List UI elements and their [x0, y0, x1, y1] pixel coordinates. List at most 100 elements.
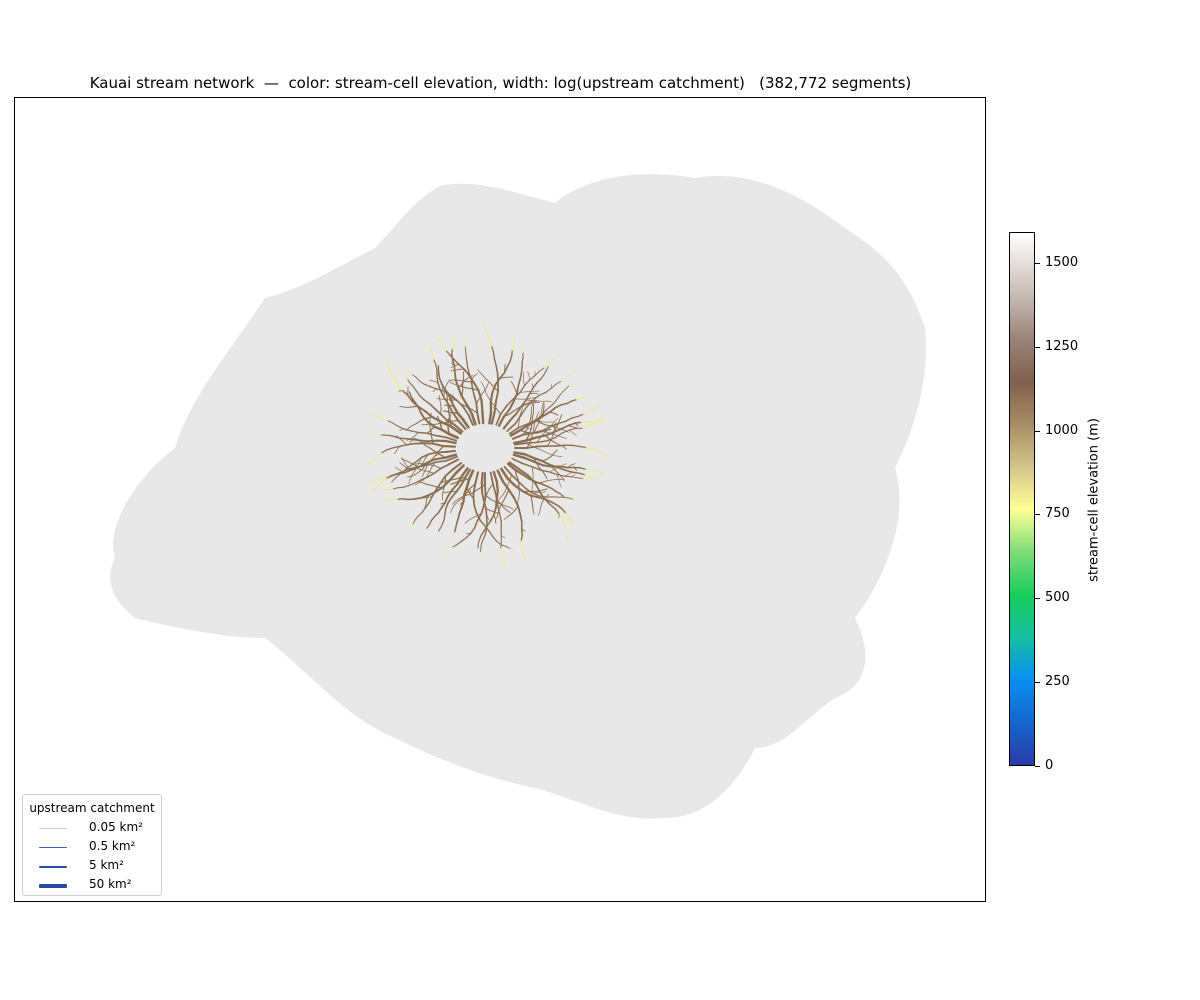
stream-segment	[480, 542, 483, 549]
stream-segment	[480, 398, 484, 413]
stream-network-map	[110, 174, 926, 819]
legend-line-5	[39, 866, 67, 868]
stream-segment	[481, 409, 485, 425]
stream-segment	[447, 427, 450, 435]
stream-segment	[525, 441, 538, 444]
stream-segment	[462, 380, 469, 383]
legend-label: 0.5 km²	[89, 839, 136, 853]
stream-segment	[545, 424, 552, 427]
stream-segment	[542, 464, 553, 468]
stream-segment	[412, 438, 422, 442]
stream-segment	[574, 471, 581, 475]
stream-segment	[475, 402, 479, 415]
stream-segment	[466, 387, 474, 390]
stream-segment	[451, 343, 454, 350]
legend-item-0.05: 0.05 km²	[31, 819, 161, 837]
map-panel: upstream catchment 0.05 km² 0.5 km² 5 km…	[14, 97, 986, 902]
stream-segment	[436, 375, 439, 384]
stream-segment	[519, 391, 526, 393]
legend-item-5: 5 km²	[31, 857, 161, 875]
stream-segment	[407, 498, 416, 501]
colorbar-tick-label: 750	[1045, 506, 1070, 521]
legend-line-50	[39, 884, 67, 888]
stream-segment	[521, 348, 524, 354]
stream-segment	[426, 439, 438, 443]
stream-segment	[551, 479, 557, 481]
stream-segment	[422, 442, 435, 445]
stream-segment	[439, 408, 442, 415]
stream-segment	[465, 355, 468, 362]
legend-label: 0.05 km²	[89, 820, 143, 834]
colorbar-tick-label: 500	[1045, 590, 1070, 605]
stream-segment	[413, 497, 422, 500]
colorbar-tick	[1035, 598, 1040, 599]
stream-segment	[500, 547, 502, 555]
stream-segment	[451, 348, 453, 355]
stream-segment	[488, 411, 493, 425]
colorbar-tick	[1035, 514, 1040, 515]
colorbar-tick-label: 0	[1045, 758, 1054, 773]
legend-title: upstream catchment	[29, 801, 155, 815]
stream-segment	[462, 493, 466, 503]
stream-segment	[383, 499, 389, 501]
legend-label: 5 km²	[89, 858, 124, 872]
stream-segment	[444, 449, 457, 453]
stream-segment	[466, 360, 469, 368]
stream-segment	[417, 431, 428, 434]
legend-item-50: 50 km²	[31, 876, 161, 894]
colorbar-tick	[1035, 766, 1040, 767]
colorbar-tick	[1035, 347, 1040, 348]
colorbar-axis-label: stream-cell elevation (m)	[1086, 418, 1102, 582]
stream-segment	[438, 373, 441, 380]
stream-segment	[454, 522, 458, 529]
stream-segment	[440, 398, 447, 400]
legend-item-0.5: 0.5 km²	[31, 838, 161, 856]
stream-segment	[480, 471, 484, 485]
stream-segment	[440, 403, 442, 410]
stream-segment	[454, 527, 457, 533]
stream-segment	[483, 483, 487, 497]
stream-segment	[516, 385, 520, 395]
stream-segment	[442, 445, 457, 448]
stream-segment	[453, 365, 456, 374]
stream-segment	[525, 391, 531, 393]
stream-segment	[401, 498, 410, 501]
stream-segment	[574, 421, 583, 424]
stream-segment	[443, 513, 446, 520]
catchment-legend: upstream catchment 0.05 km² 0.5 km² 5 km…	[22, 794, 162, 896]
colorbar-tick	[1035, 263, 1040, 264]
stream-segment	[525, 399, 532, 401]
stream-segment	[433, 456, 447, 461]
elevation-colorbar	[1009, 232, 1035, 766]
stream-segment	[454, 372, 457, 382]
stream-segment	[407, 406, 414, 408]
stream-segment	[412, 405, 419, 408]
map-title: Kauai stream network — color: stream-cel…	[89, 74, 912, 92]
stream-segment	[530, 411, 532, 418]
colorbar-tick-label: 1500	[1045, 255, 1079, 270]
legend-line-0.05	[39, 828, 67, 829]
stream-segment	[563, 475, 572, 478]
stream-segment	[444, 507, 447, 515]
stream-segment	[531, 500, 534, 507]
stream-segment	[520, 527, 523, 536]
stream-segment	[388, 488, 394, 491]
island-landmass	[110, 174, 926, 819]
stream-segment	[511, 349, 513, 357]
stream-segment	[542, 405, 545, 412]
stream-segment	[396, 498, 404, 500]
stream-segment	[500, 541, 502, 549]
stream-segment	[451, 420, 459, 422]
stream-segment	[425, 499, 427, 505]
stream-segment	[419, 439, 429, 443]
stream-segment	[467, 381, 475, 383]
colorbar-tick	[1035, 431, 1040, 432]
legend-line-0.5	[39, 847, 67, 848]
stream-segment	[559, 465, 569, 469]
stream-segment	[464, 346, 467, 352]
stream-segment	[450, 369, 456, 372]
colorbar-tick-label: 250	[1045, 674, 1070, 689]
colorbar-tick	[1035, 682, 1040, 683]
colorbar-tick-label: 1250	[1045, 339, 1079, 354]
colorbar-tick-label: 1000	[1045, 423, 1079, 438]
